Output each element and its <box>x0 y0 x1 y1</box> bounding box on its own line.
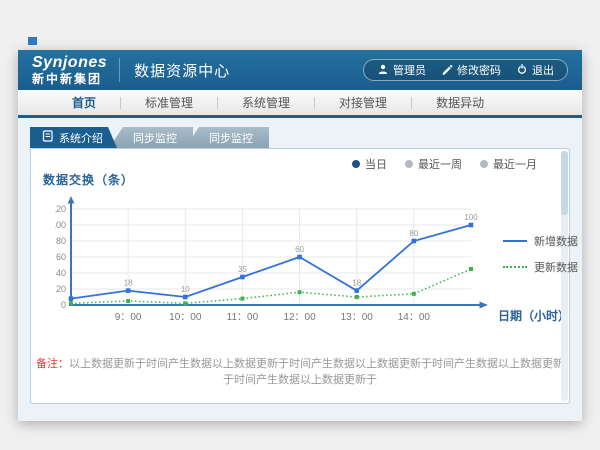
content-area: 系统介绍同步监控同步监控 当日最近一周最近一月 数据交换（条） 02040608… <box>18 118 582 421</box>
header-divider <box>119 58 120 82</box>
svg-text:60: 60 <box>56 252 66 262</box>
range-option-1[interactable]: 最近一周 <box>405 156 462 172</box>
svg-text:0: 0 <box>61 300 66 310</box>
logo-subtitle: 新中新集团 <box>32 73 107 85</box>
svg-text:10：00: 10：00 <box>169 312 202 323</box>
svg-text:35: 35 <box>238 265 247 274</box>
nav-item-4[interactable]: 数据异动 <box>412 94 508 111</box>
line-chart: 0 20 40 60 80 100 120 9：00 10：00 11：00 12：00 13：00 1… <box>55 193 567 343</box>
tab-2[interactable]: 同步监控 <box>185 127 269 148</box>
user-menu: 管理员修改密码退出 <box>363 59 568 81</box>
nav-item-3[interactable]: 对接管理 <box>315 94 411 111</box>
svg-text:40: 40 <box>56 268 66 278</box>
nav-item-2[interactable]: 系统管理 <box>218 94 314 111</box>
svg-text:100: 100 <box>55 220 66 230</box>
range-option-2[interactable]: 最近一月 <box>480 156 537 172</box>
legend-item-1[interactable]: 更新数据 <box>503 259 578 275</box>
content-panel: 当日 最近一周 最近一月 数据交换（条） 0 20 40 60 80 100 120 9：00 10… <box>30 148 570 404</box>
svg-text:60: 60 <box>295 245 304 254</box>
screen: Synjones 新中新集团 数据资源中心 管理员修改密码退出 首页标准管理系统… <box>0 0 600 450</box>
radio-icon <box>352 160 360 168</box>
svg-text:14：00: 14：00 <box>398 312 431 323</box>
window-accent <box>28 37 37 45</box>
footnote-text: 以上数据更新于时间产生数据以上数据更新于时间产生数据以上数据更新于时间产生数据以… <box>69 358 564 386</box>
legend-swatch <box>503 240 527 242</box>
header: Synjones 新中新集团 数据资源中心 管理员修改密码退出 <box>18 50 582 90</box>
svg-text:12：00: 12：00 <box>283 312 316 323</box>
page-title: 数据资源中心 <box>134 60 230 81</box>
user-icon <box>377 63 389 78</box>
scrollbar-thumb[interactable] <box>561 151 568 215</box>
nav-item-1[interactable]: 标准管理 <box>121 94 217 111</box>
svg-text:120: 120 <box>55 204 66 214</box>
footnote: 备注：以上数据更新于时间产生数据以上数据更新于时间产生数据以上数据更新于时间产生… <box>31 355 569 387</box>
svg-text:日期（小时）: 日期（小时） <box>498 308 567 323</box>
svg-text:10: 10 <box>181 285 190 294</box>
svg-text:18: 18 <box>124 279 133 288</box>
logo: Synjones 新中新集团 <box>32 55 107 85</box>
range-option-0[interactable]: 当日 <box>352 156 387 172</box>
svg-text:13：00: 13：00 <box>341 312 374 323</box>
edit-icon <box>441 63 453 78</box>
svg-text:80: 80 <box>56 236 66 246</box>
radio-icon <box>480 160 488 168</box>
svg-text:11：00: 11：00 <box>227 312 259 323</box>
range-filter: 当日 最近一周 最近一月 <box>352 156 537 172</box>
navbar: 首页标准管理系统管理对接管理数据异动 <box>18 90 582 118</box>
app-window: Synjones 新中新集团 数据资源中心 管理员修改密码退出 首页标准管理系统… <box>18 50 582 421</box>
tab-0[interactable]: 系统介绍 <box>30 127 117 148</box>
logo-title: Synjones <box>32 55 107 71</box>
power-icon <box>516 63 528 78</box>
tab-bar: 系统介绍同步监控同步监控 <box>30 118 582 148</box>
legend-swatch <box>503 266 527 268</box>
document-icon <box>42 130 54 145</box>
user-menu-edit[interactable]: 修改密码 <box>441 62 501 78</box>
user-menu-user[interactable]: 管理员 <box>377 62 426 78</box>
panel-scrollbar[interactable] <box>561 151 568 401</box>
nav-item-0[interactable]: 首页 <box>48 94 120 111</box>
radio-icon <box>405 160 413 168</box>
svg-text:100: 100 <box>464 213 478 222</box>
y-axis-title: 数据交换（条） <box>43 171 134 188</box>
chart-legend: 新增数据更新数据 <box>503 233 578 275</box>
footnote-label: 备注： <box>36 358 69 370</box>
svg-text:9：00: 9：00 <box>115 312 142 323</box>
user-menu-power[interactable]: 退出 <box>516 62 554 78</box>
tab-1[interactable]: 同步监控 <box>109 127 193 148</box>
svg-text:20: 20 <box>56 284 66 294</box>
legend-item-0[interactable]: 新增数据 <box>503 233 578 249</box>
svg-text:18: 18 <box>352 279 361 288</box>
svg-text:80: 80 <box>409 229 418 238</box>
